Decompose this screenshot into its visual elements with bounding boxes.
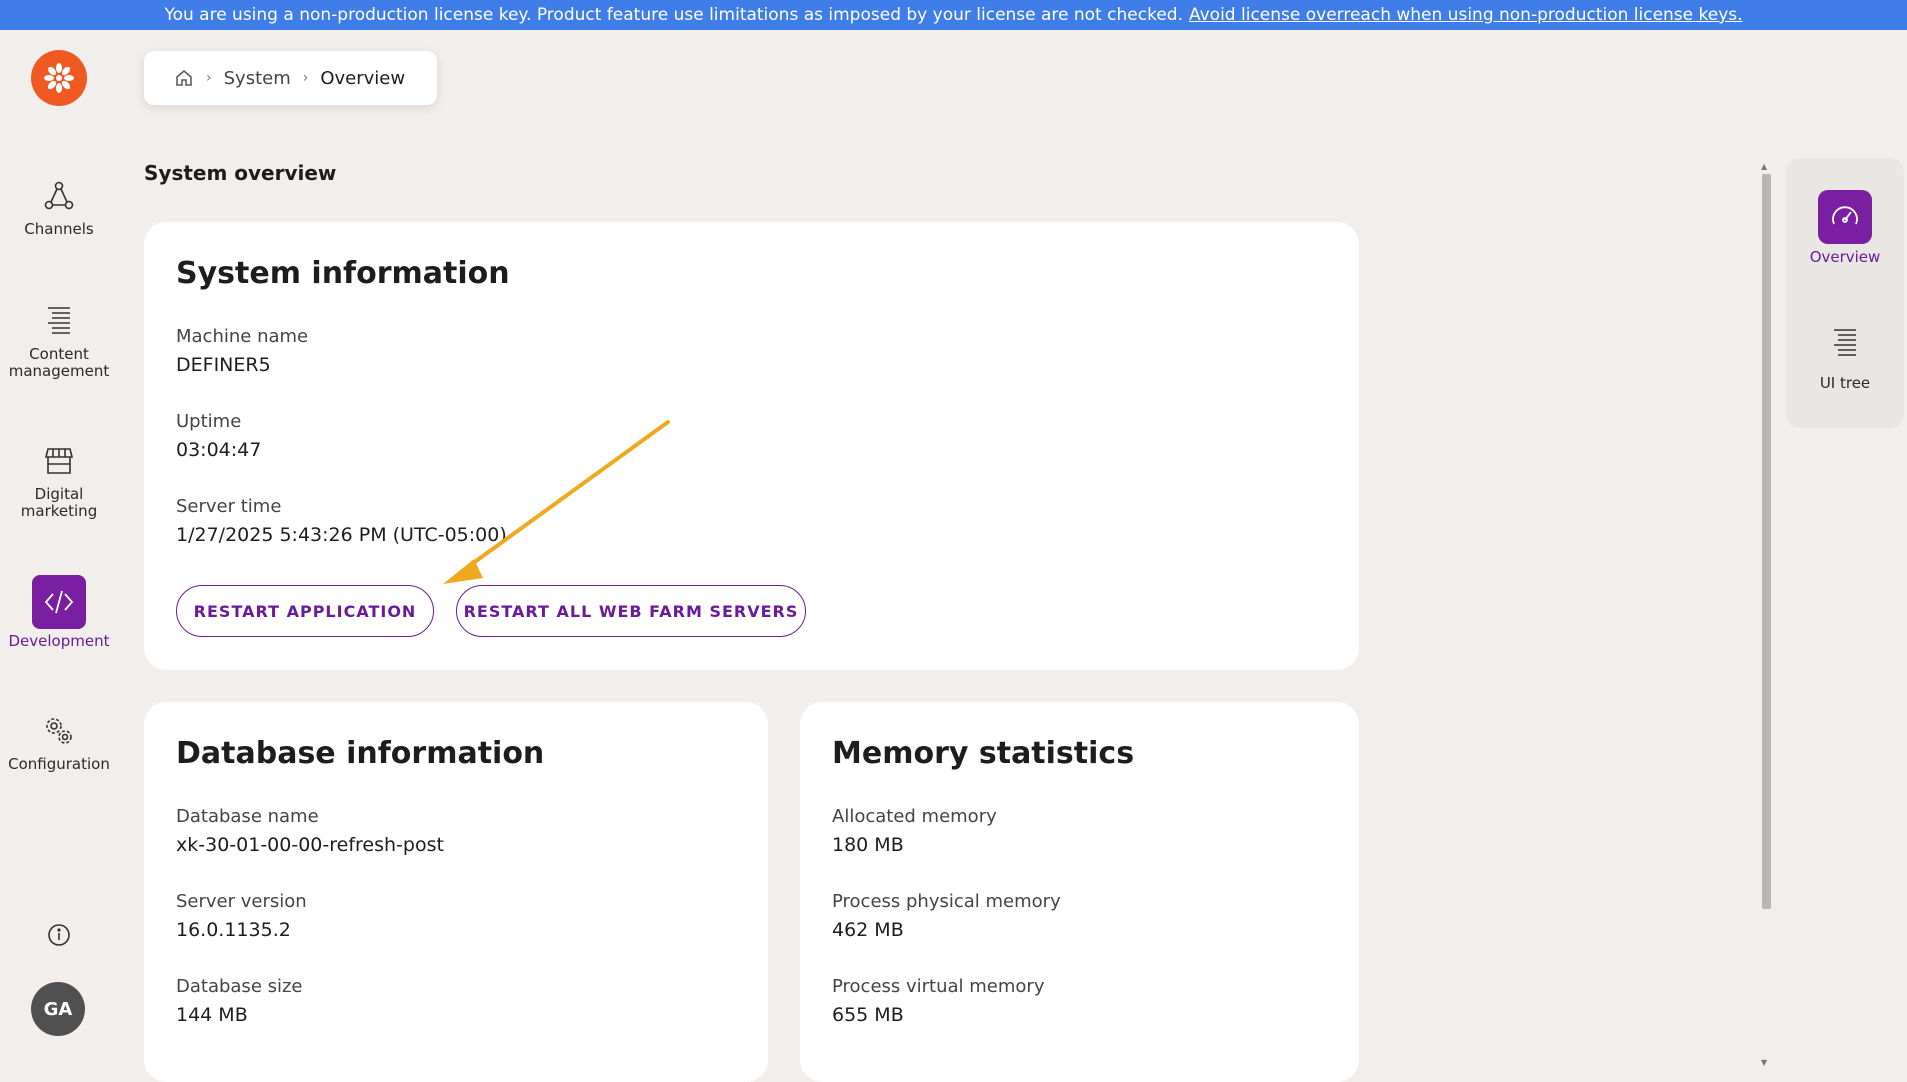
scroll-down-arrow-icon[interactable]: ▼ xyxy=(1761,1058,1767,1067)
field-value: DEFINER5 xyxy=(176,354,271,376)
field-value: 16.0.1135.2 xyxy=(176,919,291,941)
right-panel-item-label: Overview xyxy=(1809,248,1881,266)
restart-web-farm-servers-button[interactable]: RESTART ALL WEB FARM SERVERS xyxy=(456,585,806,637)
kentico-logo-icon[interactable] xyxy=(31,50,87,106)
main-scrollbar[interactable]: ▲ ▼ xyxy=(1759,162,1773,1071)
tree-list-icon xyxy=(1818,316,1872,370)
nav-item-label: Channels xyxy=(24,220,94,238)
field-value: 03:04:47 xyxy=(176,439,262,461)
allocated-memory-field: Allocated memory 180 MB xyxy=(832,806,997,856)
right-panel-item-overview[interactable]: Overview xyxy=(1786,190,1904,266)
process-virtual-memory-field: Process virtual memory 655 MB xyxy=(832,976,1044,1026)
database-size-field: Database size 144 MB xyxy=(176,976,303,1026)
field-value: 1/27/2025 5:43:26 PM (UTC-05:00) xyxy=(176,524,507,546)
field-value: 462 MB xyxy=(832,919,904,941)
field-value: 144 MB xyxy=(176,1004,248,1026)
field-label: Database size xyxy=(176,976,303,997)
page-title: System overview xyxy=(144,161,337,185)
database-name-field: Database name xk-30-01-00-00-refresh-pos… xyxy=(176,806,444,856)
nav-item-channels[interactable]: Channels xyxy=(0,175,118,238)
field-label: Database name xyxy=(176,806,319,827)
breadcrumb: › System › Overview xyxy=(144,51,438,105)
nav-item-configuration[interactable]: Configuration xyxy=(0,710,118,773)
right-panel: Overview UI tree xyxy=(1786,158,1904,428)
card-title: Database information xyxy=(176,736,545,771)
license-banner: You are using a non-production license k… xyxy=(0,0,1907,30)
field-label: Machine name xyxy=(176,326,309,347)
content-list-icon xyxy=(38,300,80,342)
code-icon xyxy=(32,575,86,629)
nav-item-content-management[interactable]: Content management xyxy=(0,300,118,380)
server-version-field: Server version 16.0.1135.2 xyxy=(176,891,307,941)
card-title: System information xyxy=(176,256,510,291)
nav-item-label: Development xyxy=(8,632,110,650)
nav-item-development[interactable]: Development xyxy=(0,575,118,650)
process-physical-memory-field: Process physical memory 462 MB xyxy=(832,891,1061,941)
breadcrumb-system[interactable]: System xyxy=(224,68,291,89)
scroll-up-arrow-icon[interactable]: ▲ xyxy=(1761,162,1767,171)
field-value: xk-30-01-00-00-refresh-post xyxy=(176,834,444,856)
card-title: Memory statistics xyxy=(832,736,1135,771)
machine-name-field: Machine name DEFINER5 xyxy=(176,326,308,376)
left-navigation: Channels Content management Digital mark… xyxy=(0,30,118,1071)
gears-icon xyxy=(38,710,80,752)
nav-item-label: Digital marketing xyxy=(20,485,98,520)
right-panel-item-label: UI tree xyxy=(1819,374,1871,392)
field-label: Process physical memory xyxy=(832,891,1061,912)
chevron-right-icon: › xyxy=(302,70,309,86)
breadcrumb-overview: Overview xyxy=(320,67,406,89)
database-information-card: Database information Database name xk-30… xyxy=(144,702,768,1082)
system-information-card: System information Machine name DEFINER5… xyxy=(144,222,1359,670)
home-icon[interactable] xyxy=(174,68,194,88)
field-label: Server time xyxy=(176,496,282,517)
field-label: Process virtual memory xyxy=(832,976,1045,997)
restart-application-button[interactable]: RESTART APPLICATION xyxy=(176,585,434,637)
avatar[interactable]: GA xyxy=(31,982,85,1036)
scrollbar-thumb[interactable] xyxy=(1762,174,1771,909)
nav-item-label: Configuration xyxy=(8,755,110,773)
storefront-icon xyxy=(38,440,80,482)
channels-icon xyxy=(38,175,80,217)
field-label: Allocated memory xyxy=(832,806,997,827)
right-panel-item-ui-tree[interactable]: UI tree xyxy=(1786,316,1904,392)
field-value: 180 MB xyxy=(832,834,904,856)
field-label: Uptime xyxy=(176,411,242,432)
field-label: Server version xyxy=(176,891,307,912)
memory-statistics-card: Memory statistics Allocated memory 180 M… xyxy=(800,702,1359,1082)
uptime-field: Uptime 03:04:47 xyxy=(176,411,261,461)
license-banner-text: You are using a non-production license k… xyxy=(164,5,1183,25)
field-value: 655 MB xyxy=(832,1004,904,1026)
server-time-field: Server time 1/27/2025 5:43:26 PM (UTC-05… xyxy=(176,496,507,546)
nav-item-label: Content management xyxy=(8,345,110,380)
license-banner-link[interactable]: Avoid license overreach when using non-p… xyxy=(1189,5,1743,25)
chevron-right-icon: › xyxy=(206,70,212,86)
info-icon[interactable] xyxy=(44,920,74,950)
nav-item-digital-marketing[interactable]: Digital marketing xyxy=(0,440,118,520)
gauge-icon xyxy=(1818,190,1872,244)
